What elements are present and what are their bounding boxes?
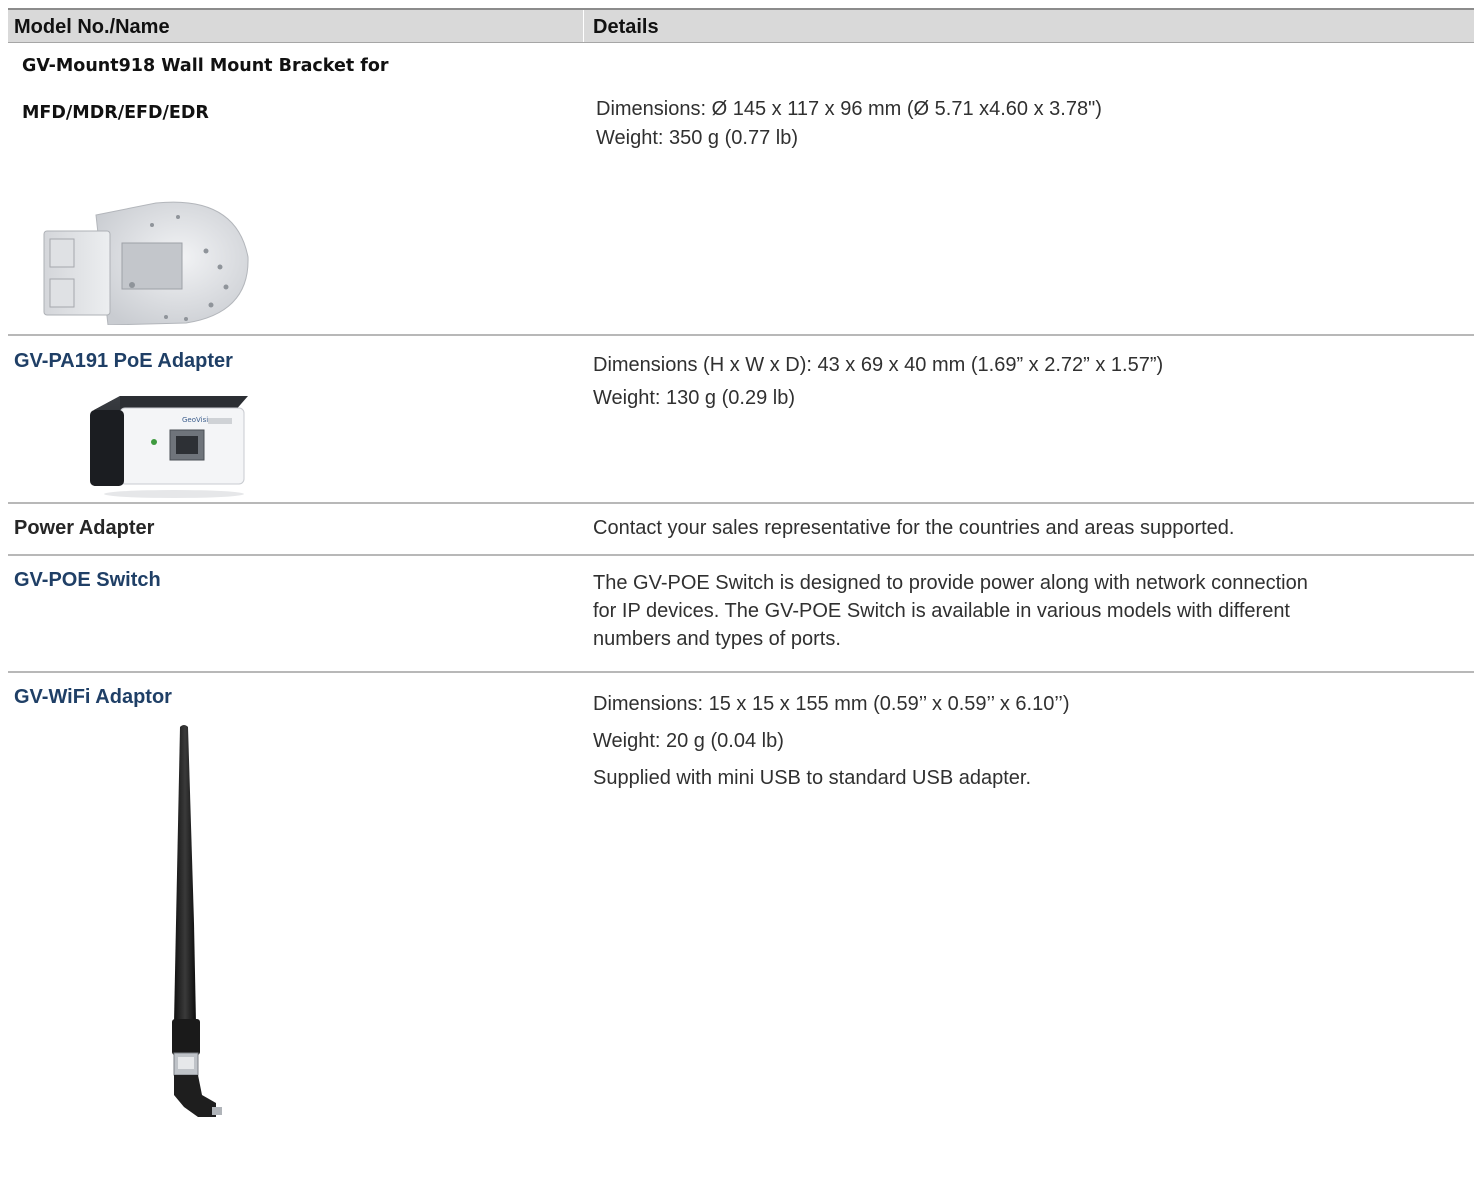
header-details: Details [593, 16, 659, 38]
row-name: GV-Mount918 Wall Mount Bracket for MFD/M… [22, 56, 389, 123]
table-row: GV-POE Switch The GV-POE Switch is desig… [8, 556, 1474, 673]
row-details: Dimensions: 15 x 15 x 155 mm (0.59’’ x 0… [593, 693, 1070, 789]
poe-adapter-image: GeoVision [90, 396, 248, 498]
row-details: Contact your sales representative for th… [593, 517, 1235, 539]
table-row: GV-PA191 PoE Adapter GeoVision Dimension… [8, 336, 1474, 504]
row-name: GV-WiFi Adaptor [14, 686, 172, 708]
row-details: The GV-POE Switch is designed to provide… [593, 572, 1308, 650]
accessories-table: Model No./Name Details GV-Mount918 Wall … [8, 8, 1474, 1143]
header-details-cell: Details [584, 10, 1474, 42]
row-details: Dimensions: Ø 145 x 117 x 96 mm (Ø 5.71 … [596, 98, 1102, 149]
table-row: GV-WiFi Adaptor Dimensions: 15 x 15 x 15… [8, 673, 1474, 1143]
row-name: Power Adapter [14, 517, 155, 539]
row-name: GV-POE Switch [14, 569, 161, 591]
table-row: GV-Mount918 Wall Mount Bracket for MFD/M… [8, 43, 1474, 336]
header-model-cell: Model No./Name [8, 10, 584, 42]
wifi-antenna-image [172, 725, 222, 1117]
table-header: Model No./Name Details [8, 8, 1474, 43]
table-row: Power Adapter Contact your sales represe… [8, 504, 1474, 556]
row-details: Dimensions (H x W x D): 43 x 69 x 40 mm … [593, 354, 1164, 409]
wall-mount-bracket-image [43, 201, 249, 325]
row-name: GV-PA191 PoE Adapter [14, 350, 233, 372]
header-model: Model No./Name [14, 16, 170, 38]
